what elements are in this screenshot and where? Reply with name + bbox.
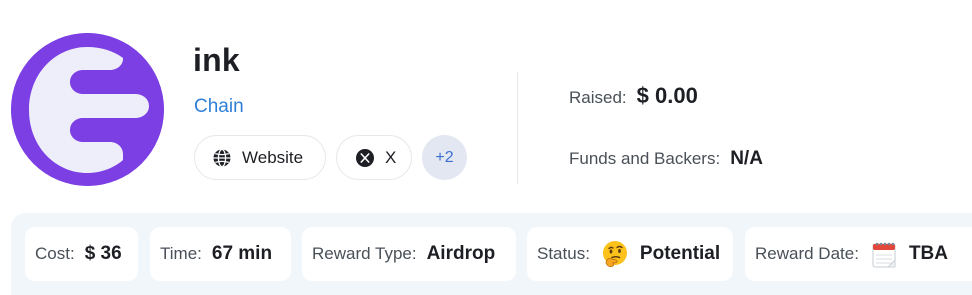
time-label: Time:	[160, 244, 202, 263]
x-button[interactable]: X	[336, 135, 412, 180]
ink-logo-icon	[11, 33, 164, 186]
cost-chip: Cost: $ 36	[25, 227, 138, 281]
globe-icon	[212, 148, 232, 168]
reward-type-value: Airdrop	[426, 243, 496, 264]
time-chip: Time: 67 min	[150, 227, 291, 281]
reward-type-chip: Reward Type: Airdrop	[302, 227, 516, 281]
status-label: Status:	[537, 244, 590, 263]
more-links-button[interactable]: +2	[422, 135, 467, 180]
reward-date-label: Reward Date:	[755, 244, 859, 263]
cost-value: $ 36	[84, 243, 122, 264]
info-bar: Cost: $ 36 Time: 67 min Reward Type: Air…	[11, 213, 972, 295]
reward-date-value: TBA	[908, 243, 948, 264]
project-name: ink	[193, 42, 240, 78]
project-links: Website X +2	[194, 135, 467, 180]
funds-stat: Funds and Backers: N/A	[569, 148, 763, 170]
time-value: 67 min	[211, 243, 273, 264]
funds-value: N/A	[730, 148, 763, 169]
calendar-icon	[869, 239, 899, 269]
website-button[interactable]: Website	[194, 135, 326, 180]
raised-stat: Raised: $ 0.00	[569, 83, 698, 109]
website-label: Website	[242, 147, 304, 167]
thinking-face-icon	[600, 239, 630, 269]
divider	[517, 72, 518, 184]
raised-value: $ 0.00	[636, 83, 698, 108]
project-logo	[11, 33, 164, 186]
funds-label: Funds and Backers:	[569, 149, 721, 168]
reward-type-label: Reward Type:	[312, 244, 417, 263]
x-logo-icon	[355, 148, 375, 168]
x-label: X	[385, 147, 397, 167]
category-link[interactable]: Chain	[194, 96, 244, 118]
status-value: Potential	[639, 243, 721, 264]
status-chip: Status: Potential	[527, 227, 733, 281]
raised-label: Raised:	[569, 88, 627, 107]
cost-label: Cost:	[35, 244, 75, 263]
reward-date-chip: Reward Date: TBA	[745, 227, 972, 281]
